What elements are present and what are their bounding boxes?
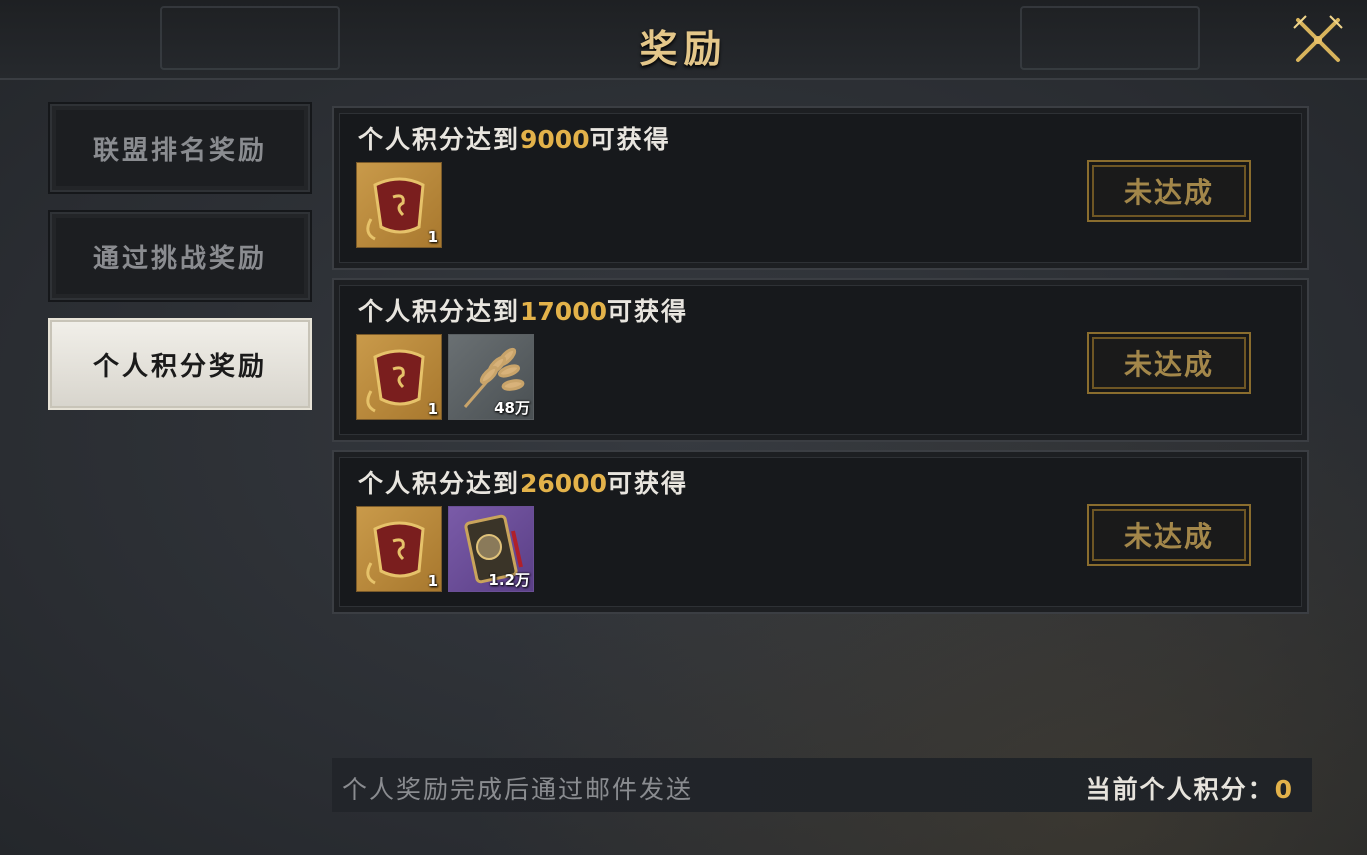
crossed-swords-icon <box>1293 15 1343 62</box>
condition-suffix: 可获得 <box>589 125 671 154</box>
condition-prefix: 个人积分达到 <box>358 125 521 154</box>
item-quantity: 1 <box>427 400 438 418</box>
window-title: 奖励 <box>639 27 728 71</box>
score-value: 0 <box>1274 775 1294 804</box>
reward-row: 个人积分达到17000可获得 1 48万 未达成 <box>332 278 1309 442</box>
close-button[interactable] <box>1288 10 1348 70</box>
reward-row: 个人积分达到9000可获得 1 未达成 <box>332 106 1309 270</box>
current-score: 当前个人积分：0 <box>1086 770 1294 806</box>
condition-prefix: 个人积分达到 <box>358 469 521 498</box>
reward-condition: 个人积分达到9000可获得 <box>358 120 671 156</box>
reward-row: 个人积分达到26000可获得 1 1.2万 未达成 <box>332 450 1309 614</box>
reward-condition: 个人积分达到17000可获得 <box>358 292 688 328</box>
reward-item[interactable]: 1 <box>356 162 442 248</box>
item-quantity: 1 <box>427 228 438 246</box>
score-label: 当前个人积分： <box>1085 775 1275 804</box>
item-quantity: 1 <box>427 572 438 590</box>
reward-item[interactable]: 48万 <box>448 334 534 420</box>
condition-suffix: 可获得 <box>607 469 689 498</box>
reward-item[interactable]: 1 <box>356 506 442 592</box>
condition-points: 26000 <box>520 469 607 498</box>
condition-points: 9000 <box>520 125 590 154</box>
tab-label: 联盟排名奖励 <box>92 135 267 166</box>
tab-label: 个人积分奖励 <box>92 351 267 382</box>
tab-challenge-pass[interactable]: 通过挑战奖励 <box>50 212 310 300</box>
reward-item[interactable]: 1 <box>356 334 442 420</box>
condition-points: 17000 <box>520 297 607 326</box>
condition-suffix: 可获得 <box>607 297 689 326</box>
tab-alliance-ranking[interactable]: 联盟排名奖励 <box>50 104 310 192</box>
status-label: 未达成 <box>1123 176 1214 209</box>
reward-item[interactable]: 1.2万 <box>448 506 534 592</box>
footer-bar: 个人奖励完成后通过邮件发送 当前个人积分：0 <box>332 758 1312 812</box>
tab-personal-points[interactable]: 个人积分奖励 <box>50 320 310 408</box>
status-label: 未达成 <box>1123 348 1214 381</box>
status-button[interactable]: 未达成 <box>1087 160 1251 222</box>
mail-delivery-note: 个人奖励完成后通过邮件发送 <box>342 775 694 804</box>
condition-prefix: 个人积分达到 <box>358 297 521 326</box>
status-label: 未达成 <box>1123 520 1214 553</box>
status-button[interactable]: 未达成 <box>1087 332 1251 394</box>
item-quantity: 48万 <box>494 399 530 417</box>
tab-label: 通过挑战奖励 <box>92 243 267 274</box>
item-quantity: 1.2万 <box>488 571 530 589</box>
reward-condition: 个人积分达到26000可获得 <box>358 464 688 500</box>
status-button[interactable]: 未达成 <box>1087 504 1251 566</box>
